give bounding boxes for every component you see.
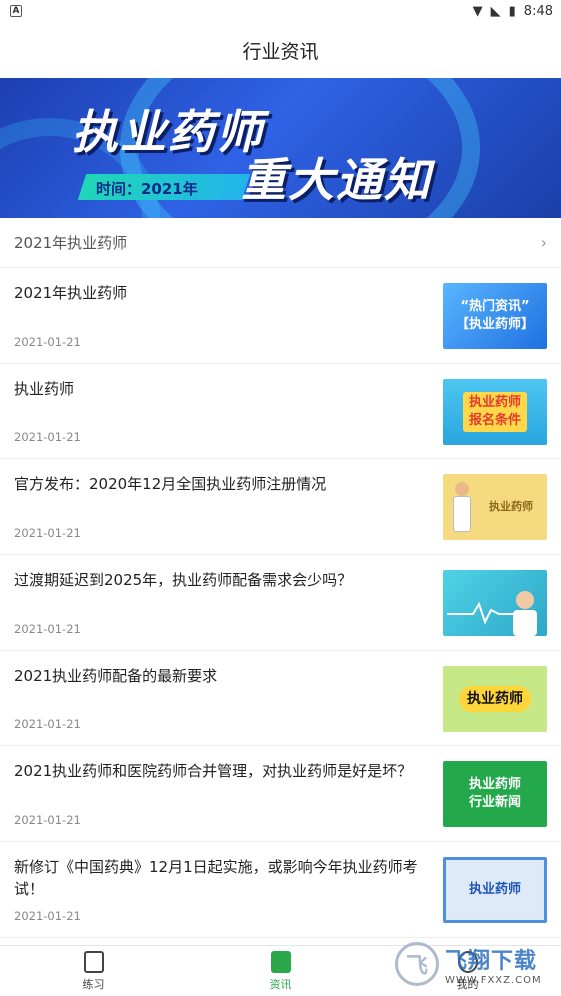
banner-title-2: 重大通知: [240, 153, 432, 207]
tab-label: 练习: [82, 977, 105, 991]
article-item[interactable]: 过渡期延迟到2025年，执业药师配备需求会少吗？ 2021-01-21: [0, 555, 561, 651]
watermark-url: WWW.FXXZ.COM: [445, 974, 542, 986]
article-title: 2021执业药师配备的最新要求: [14, 666, 218, 685]
book-icon: [83, 950, 104, 973]
section-label: 2021年执业药师: [14, 234, 128, 252]
article-thumbnail: 执业药师: [443, 857, 547, 924]
article-item[interactable]: 2021执业药师配备的最新要求 2021-01-21 执业药师: [0, 651, 561, 747]
article-date: 2021-01-21: [14, 908, 81, 923]
thumbnail-text: 执业药师: [489, 500, 533, 514]
article-item[interactable]: 新修订《中国药典》12月1日起实施，或影响今年执业药师考试！ 2021-01-2…: [0, 842, 561, 938]
doctor-figure: [453, 482, 471, 534]
notification-icon: A: [10, 5, 22, 17]
article-thumbnail: [443, 570, 547, 637]
thumbnail-text: “热门资讯” 【执业药师】: [455, 299, 534, 332]
watermark-logo-icon: 飞: [395, 942, 439, 986]
article-thumbnail: 执业药师 报名条件: [443, 378, 547, 445]
article-date: 2021-01-21: [14, 526, 81, 541]
article-title: 官方发布：2020年12月全国执业药师注册情况: [14, 475, 327, 494]
thumbnail-text: 执业药师 报名条件: [462, 391, 527, 432]
article-thumbnail: 执业药师: [443, 665, 547, 732]
tab-practice[interactable]: 练习: [0, 946, 187, 996]
tab-label: 资讯: [269, 977, 292, 991]
clock: 8:48: [523, 3, 553, 19]
article-date: 2021-01-21: [14, 813, 81, 828]
article-title: 2021年执业药师: [14, 284, 128, 302]
section-header[interactable]: 2021年执业药师 ›: [0, 218, 561, 268]
article-item[interactable]: 官方发布：2020年12月全国执业药师注册情况 2021-01-21 执业药师: [0, 459, 561, 556]
tab-news[interactable]: 资讯: [187, 946, 374, 996]
article-date: 2021-01-21: [14, 621, 81, 636]
battery-icon: ▮: [508, 3, 516, 19]
signal-icon: ◣: [490, 3, 501, 19]
heartbeat-icon: [447, 591, 537, 637]
article-thumbnail: 执业药师 行业新闻: [443, 761, 547, 828]
status-bar: A ▼ ◣ ▮ 8:48: [0, 0, 561, 22]
chevron-right-icon: ›: [540, 233, 547, 252]
banner[interactable]: 执业药师 重大通知 时间：2021年: [0, 78, 561, 218]
article-date: 2021-01-21: [14, 717, 81, 732]
thumbnail-text: 执业药师 行业新闻: [468, 777, 521, 811]
article-item[interactable]: 2021执业药师和医院药师合并管理，对执业药师是好是坏？ 2021-01-21 …: [0, 746, 561, 843]
thumbnail-text: 执业药师: [468, 882, 521, 898]
article-item[interactable]: 执业药师 2021-01-21 执业药师 报名条件: [0, 364, 561, 460]
watermark-text: 飞翔下载: [445, 948, 538, 974]
article-thumbnail: “热门资讯” 【执业药师】: [443, 283, 547, 349]
article-title: 执业药师: [14, 379, 75, 398]
banner-date: 时间：2021年: [96, 180, 198, 198]
thumbnail-text: 执业药师: [459, 685, 531, 712]
article-item[interactable]: 2021年执业药师 2021-01-21 “热门资讯” 【执业药师】: [0, 268, 561, 364]
watermark: 飞 飞翔下载 WWW.FXXZ.COM: [395, 936, 555, 992]
news-icon: [270, 950, 291, 973]
page-title: 行业资讯: [242, 40, 319, 63]
article-title: 新修订《中国药典》12月1日起实施，或影响今年执业药师考试！: [14, 858, 418, 899]
article-date: 2021-01-21: [14, 430, 81, 445]
banner-title-1: 执业药师: [72, 105, 264, 159]
article-list: 2021年执业药师 2021-01-21 “热门资讯” 【执业药师】 执业药师 …: [0, 268, 561, 938]
article-thumbnail: 执业药师: [443, 474, 547, 541]
wifi-icon: ▼: [472, 3, 483, 19]
article-date: 2021-01-21: [14, 334, 81, 349]
article-title: 过渡期延迟到2025年，执业药师配备需求会少吗？: [14, 571, 353, 590]
article-title: 2021执业药师和医院药师合并管理，对执业药师是好是坏？: [14, 762, 413, 781]
